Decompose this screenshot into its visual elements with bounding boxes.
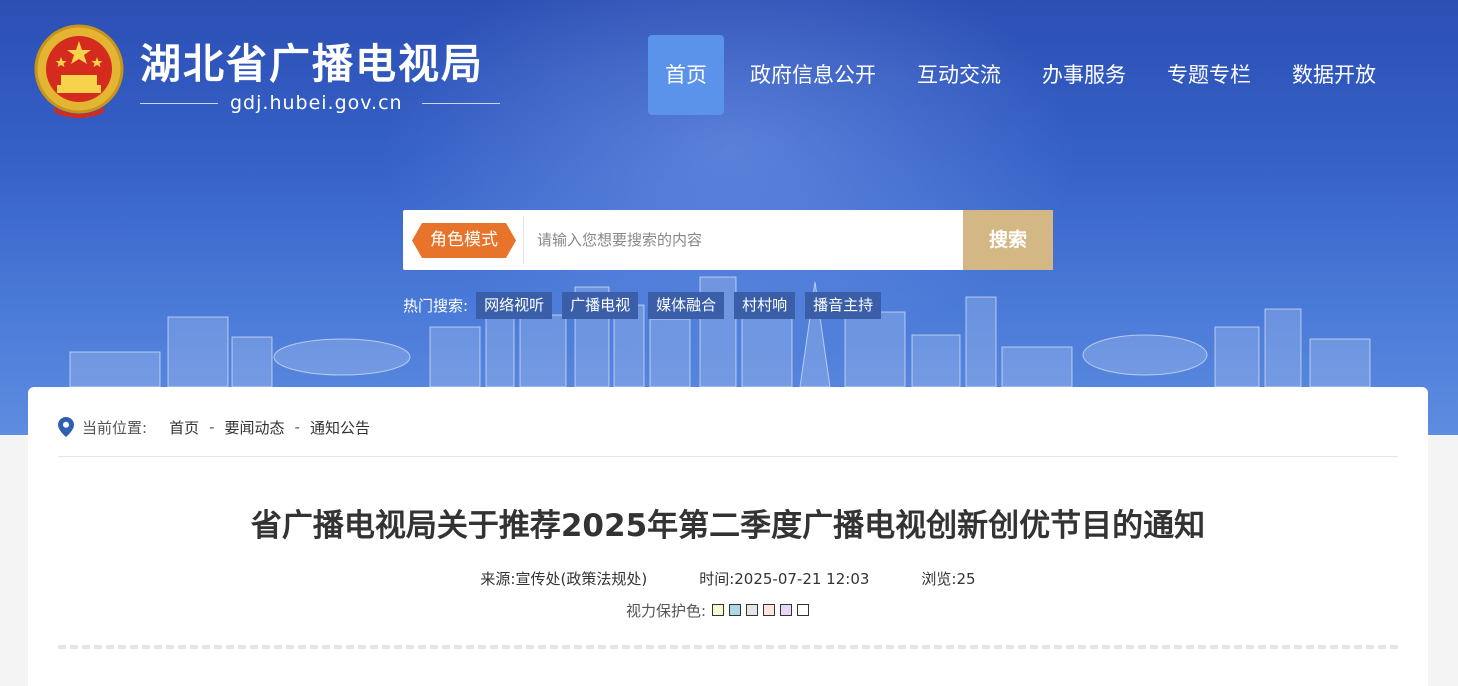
- article-meta: 来源:宣传处(政策法规处) 时间:2025-07-21 12:03 浏览:25: [28, 568, 1428, 589]
- city-skyline-illustration: [69, 276, 1371, 387]
- main-nav: 首页 政府信息公开 互动交流 办事服务 专题专栏 数据开放: [648, 35, 1400, 115]
- breadcrumb-label: 当前位置:: [82, 418, 148, 437]
- meta-spacer: [869, 568, 921, 589]
- role-mode-button[interactable]: 角色模式: [412, 223, 516, 258]
- site-domain: gdj.hubei.gov.cn: [230, 92, 403, 114]
- nav-item-topics[interactable]: 专题专栏: [1150, 35, 1268, 115]
- nav-item-home[interactable]: 首页: [648, 35, 724, 115]
- hot-tag-online-av[interactable]: 网络视听: [476, 291, 553, 319]
- site-domain-row: gdj.hubei.gov.cn: [140, 90, 500, 116]
- eye-care-row: 视力保护色:: [626, 600, 814, 620]
- breadcrumb-separator: -: [209, 418, 215, 436]
- search-button[interactable]: 搜索: [963, 210, 1053, 270]
- breadcrumb-notices[interactable]: 通知公告: [310, 417, 370, 438]
- header-banner: 湖北省广播电视局 gdj.hubei.gov.cn 首页 政府信息公开 互动交流…: [0, 0, 1458, 435]
- search-input[interactable]: [537, 225, 957, 255]
- hot-tag-village-broadcast[interactable]: 村村响: [734, 291, 796, 319]
- national-emblem-icon: [34, 24, 124, 118]
- article-views: 浏览:25: [921, 570, 976, 588]
- meta-spacer: [647, 568, 699, 589]
- hot-search-label: 热门搜索:: [403, 296, 469, 315]
- hot-tag-announcer-host[interactable]: 播音主持: [805, 291, 882, 319]
- eye-care-swatch-white[interactable]: [797, 604, 810, 616]
- hot-tag-broadcast-tv[interactable]: 广播电视: [562, 291, 639, 319]
- nav-item-interaction[interactable]: 互动交流: [900, 35, 1018, 115]
- content-card: 当前位置: 首页 - 要闻动态 - 通知公告 省广播电视局关于推荐2025年第二…: [28, 387, 1428, 686]
- eye-care-swatch-purple[interactable]: [780, 604, 793, 616]
- domain-line-right: [422, 103, 500, 104]
- eye-care-swatch-yellow[interactable]: [712, 604, 725, 616]
- breadcrumb-divider: [58, 456, 1398, 457]
- article-source: 来源:宣传处(政策法规处): [480, 570, 648, 588]
- hot-search-row: 热门搜索: 网络视听 广播电视 媒体融合 村村响 播音主持: [403, 291, 891, 319]
- breadcrumb-separator: -: [294, 418, 300, 436]
- eye-care-swatch-blue[interactable]: [729, 604, 742, 616]
- article-time: 时间:2025-07-21 12:03: [699, 570, 870, 588]
- search-box: 角色模式 搜索: [403, 210, 1053, 270]
- eye-care-swatch-gray[interactable]: [746, 604, 759, 616]
- content-divider: [58, 645, 1398, 649]
- nav-item-open-data[interactable]: 数据开放: [1275, 35, 1393, 115]
- article-title: 省广播电视局关于推荐2025年第二季度广播电视创新创优节目的通知: [250, 508, 1206, 544]
- domain-line-left: [140, 103, 218, 104]
- breadcrumb-news[interactable]: 要闻动态: [225, 417, 285, 438]
- breadcrumb-home[interactable]: 首页: [169, 417, 199, 438]
- hot-tag-media-convergence[interactable]: 媒体融合: [648, 291, 725, 319]
- search-divider: [523, 216, 524, 264]
- nav-item-gov-info[interactable]: 政府信息公开: [733, 35, 893, 115]
- eye-care-swatch-pink[interactable]: [763, 604, 776, 616]
- site-title[interactable]: 湖北省广播电视局: [140, 30, 484, 90]
- location-pin-icon: [58, 417, 74, 437]
- breadcrumb: 当前位置: 首页 - 要闻动态 - 通知公告: [58, 415, 370, 439]
- nav-item-services[interactable]: 办事服务: [1025, 35, 1143, 115]
- eye-care-label: 视力保护色:: [626, 601, 707, 620]
